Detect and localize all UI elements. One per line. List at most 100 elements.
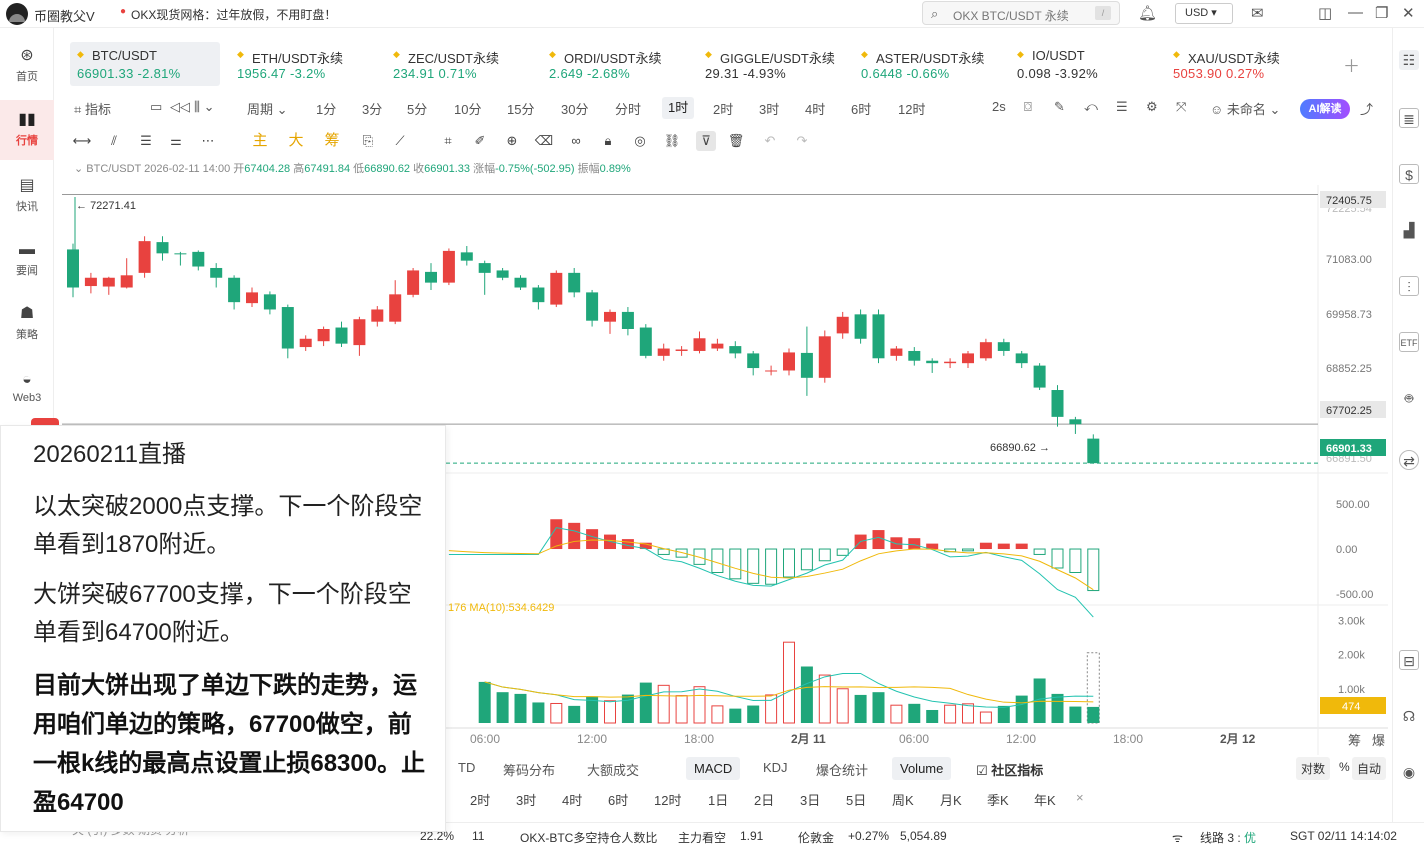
ruler-icon[interactable]: ⟋ — [390, 131, 410, 151]
tf-12h[interactable]: 12时 — [654, 790, 681, 809]
zoom-icon[interactable]: ⊕ — [502, 131, 522, 151]
ai-interpret-button[interactable]: AI解读 — [1300, 99, 1350, 119]
add-ticker-icon[interactable]: ＋ — [1343, 52, 1360, 77]
notice-ticker[interactable]: OKX现货网格：过年放假，不用盯盘！ — [131, 6, 336, 23]
ticker-btc[interactable]: BTC/USDT 66901.33 -2.81% — [70, 42, 220, 86]
tf-6h[interactable]: 6时 — [608, 790, 628, 809]
interval-3m[interactable]: 3分 — [362, 99, 382, 118]
period-button[interactable]: 周期 ⌄ — [247, 99, 288, 118]
interval-5m[interactable]: 5分 — [407, 99, 427, 118]
ticker-eth[interactable]: ETH/USDT永续 1956.47 -3.2% — [230, 42, 380, 86]
share-icon[interactable]: ⤴ — [1360, 99, 1373, 118]
measure-icon[interactable]: ⎘ — [358, 131, 378, 151]
redo-icon[interactable]: ↷ — [792, 131, 812, 151]
auto-scale-button[interactable]: 自动 — [1352, 757, 1387, 780]
search-input[interactable]: OKX BTC/USDT 永续 — [953, 7, 1069, 24]
tf-2d[interactable]: 2日 — [754, 790, 774, 809]
close-icon[interactable]: ✕ — [1402, 4, 1415, 22]
interval-1m[interactable]: 1分 — [316, 99, 336, 118]
signal-icon[interactable]: ▟ — [1399, 220, 1419, 240]
list-icon[interactable]: ☰ — [1116, 99, 1128, 115]
channel-tool-icon[interactable]: ☰ — [136, 131, 156, 151]
ticker-io[interactable]: IO/USDT 0.098 -3.92% — [1010, 42, 1160, 86]
corner-liquidation[interactable]: 爆 — [1372, 733, 1385, 748]
status-line[interactable]: 线路 3 : 优 — [1200, 829, 1256, 846]
reply-icon[interactable]: ⤺ — [1084, 99, 1098, 115]
trendline-tool-icon[interactable]: ⫽ — [104, 131, 124, 151]
tf-5d[interactable]: 5日 — [846, 790, 866, 809]
hline-tool-icon[interactable]: ⟷ — [72, 131, 92, 151]
interval-timeshare[interactable]: 分时 — [615, 99, 641, 118]
panel-icon[interactable]: ⊟ — [1399, 650, 1419, 670]
notes-icon[interactable]: ≣ — [1399, 108, 1419, 128]
camera-icon[interactable]: ⌼ — [1024, 99, 1032, 115]
robot-assistant-icon[interactable]: 🤖︎ — [1399, 388, 1419, 408]
status-gold-label[interactable]: 伦敦金 — [798, 829, 834, 846]
refresh-rate[interactable]: 2s — [992, 99, 1006, 114]
ticker-ordi[interactable]: ORDI/USDT永续 2.649 -2.68% — [542, 42, 692, 86]
more-tools-icon[interactable]: ⋯ — [198, 131, 218, 151]
tab-chips[interactable]: 筹码分布 — [503, 760, 555, 779]
interval-3h[interactable]: 3时 — [759, 99, 779, 118]
sidebar-toggle-icon[interactable]: ◫ — [1318, 4, 1332, 22]
interval-2h[interactable]: 2时 — [713, 99, 733, 118]
interval-1h[interactable]: 1时 — [662, 97, 695, 119]
grid-menu-icon[interactable]: ☷ — [1399, 50, 1419, 70]
magnet-icon[interactable]: ∞ — [566, 131, 586, 151]
layout-name[interactable]: ☺ 未命名 ⌄ — [1210, 99, 1280, 118]
settings-icon[interactable]: ⚙ — [1146, 99, 1158, 115]
tab-macd[interactable]: MACD — [686, 757, 741, 780]
headset-icon[interactable]: ☊ — [1399, 706, 1419, 726]
tf-week[interactable]: 周K — [892, 790, 914, 809]
link-icon[interactable]: ⛓ — [662, 131, 682, 151]
nav-market[interactable]: ▮▮ 行情 — [0, 100, 54, 160]
ticker-aster[interactable]: ASTER/USDT永续 0.6448 -0.66% — [854, 42, 1004, 86]
ticker-giggle[interactable]: GIGGLE/USDT永续 29.31 -4.93% — [698, 42, 848, 86]
log-scale-button[interactable]: 对数 — [1296, 757, 1331, 780]
tf-quarter[interactable]: 季K — [987, 790, 1009, 809]
ohlc-collapse-icon[interactable]: ⌄ — [74, 163, 83, 175]
interval-4h[interactable]: 4时 — [805, 99, 825, 118]
tf-month[interactable]: 月K — [940, 790, 962, 809]
tf-2h[interactable]: 2时 — [470, 790, 490, 809]
pen-icon[interactable]: ✎ — [1054, 99, 1065, 115]
trash-icon[interactable]: 🗑︎ — [726, 131, 746, 151]
ticker-zec[interactable]: ZEC/USDT永续 234.91 0.71% — [386, 42, 536, 86]
nav-home[interactable]: ⊛ 首页 — [0, 36, 54, 96]
layout-icon[interactable]: ▭ — [150, 99, 162, 115]
dollar-icon[interactable]: $ — [1399, 164, 1419, 184]
swap-icon[interactable]: ⇄ — [1399, 450, 1419, 470]
eraser-icon[interactable]: ⌫ — [534, 131, 554, 151]
filter-icon[interactable]: ⊽ — [696, 131, 716, 151]
rewind-icon[interactable]: ◁◁ — [170, 99, 190, 115]
bot-icon[interactable]: ◉ — [1399, 762, 1419, 782]
eye-icon[interactable]: ◎ — [630, 131, 650, 151]
chart-type-icon[interactable]: ⫼ ⌄ — [194, 99, 215, 115]
analytics-icon[interactable]: ⫶ — [1399, 276, 1419, 296]
tf-4h[interactable]: 4时 — [562, 790, 582, 809]
tab-liquidation[interactable]: 爆仓统计 — [816, 760, 868, 779]
tab-volume[interactable]: Volume — [892, 757, 952, 780]
nav-strategy[interactable]: ☗ 策略 — [0, 294, 54, 354]
restore-icon[interactable]: ❐ — [1375, 4, 1388, 22]
tab-community[interactable]: ☑ 社区指标 — [976, 760, 1043, 779]
bell-icon[interactable]: 🔔︎ — [1138, 4, 1157, 22]
tf-1d[interactable]: 1日 — [708, 790, 728, 809]
interval-6h[interactable]: 6时 — [851, 99, 871, 118]
big-order-tool[interactable]: 大 — [286, 131, 306, 151]
crop-icon[interactable]: ⌗ — [438, 131, 458, 151]
interval-12h[interactable]: 12时 — [898, 99, 925, 118]
interval-15m[interactable]: 15分 — [507, 99, 534, 118]
interval-10m[interactable]: 10分 — [454, 99, 481, 118]
currency-select[interactable]: USD ▾ — [1175, 3, 1233, 24]
tf-3h[interactable]: 3时 — [516, 790, 536, 809]
tf-3d[interactable]: 3日 — [800, 790, 820, 809]
pencil-icon[interactable]: ✐ — [470, 131, 490, 151]
main-force-tool[interactable]: 主 — [250, 131, 270, 151]
ticker-xau[interactable]: XAU/USDT永续 5053.90 0.27% — [1166, 42, 1316, 86]
mail-icon[interactable]: ✉ — [1251, 4, 1264, 22]
tab-large-trades[interactable]: 大额成交 — [587, 760, 639, 779]
expand-icon[interactable]: ⤧ — [1176, 99, 1186, 115]
interval-30m[interactable]: 30分 — [561, 99, 588, 118]
nav-news[interactable]: ▬ 要闻 — [0, 230, 54, 290]
